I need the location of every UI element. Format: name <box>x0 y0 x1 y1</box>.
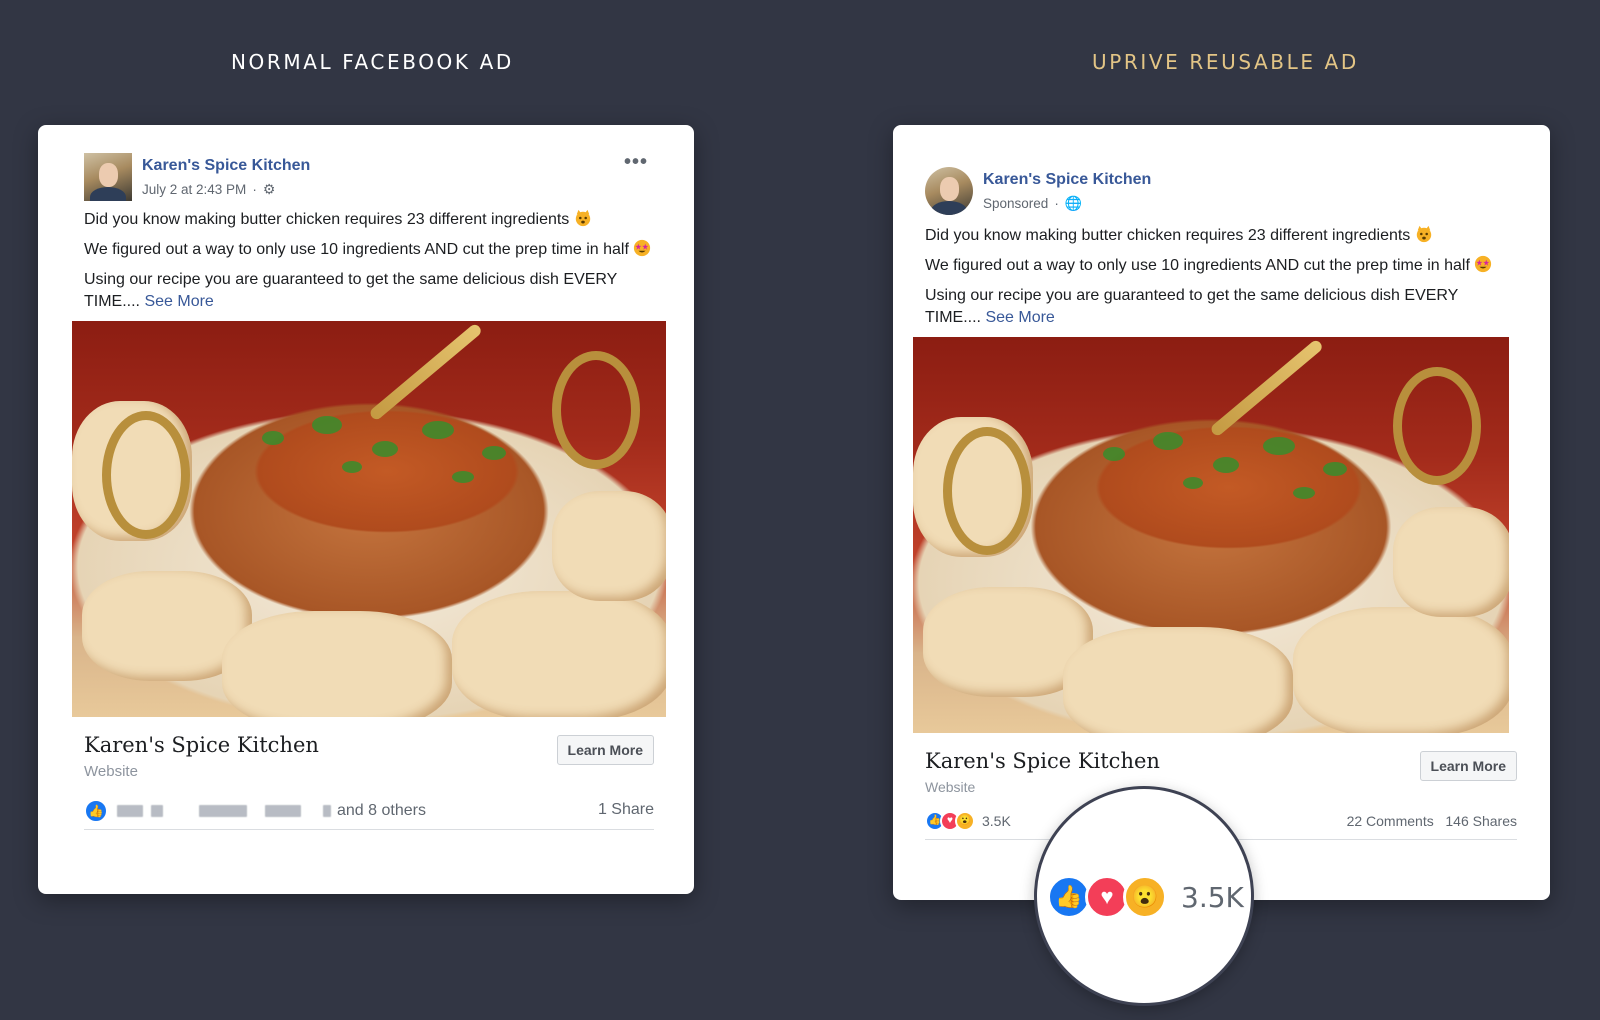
share-count[interactable]: 1 Share <box>598 801 654 819</box>
reaction-count[interactable]: 3.5K <box>982 813 1011 829</box>
herb <box>1153 432 1183 450</box>
star-eyes-emoji-icon <box>1475 255 1492 273</box>
herb <box>1103 447 1125 461</box>
blurred-name <box>199 805 247 817</box>
herb <box>1183 477 1203 489</box>
post-line-1: Did you know making butter chicken requi… <box>925 225 1517 247</box>
herb <box>1213 457 1239 473</box>
page-name-link[interactable]: Karen's Spice Kitchen <box>142 157 310 175</box>
page-name-link[interactable]: Karen's Spice Kitchen <box>983 171 1151 189</box>
wow-icon: 😮 <box>1123 875 1167 919</box>
zoom-callout: 👍 ♥ 😮 3.5K <box>1034 786 1254 1006</box>
learn-more-button[interactable]: Learn More <box>556 735 654 765</box>
avatar[interactable] <box>925 167 973 215</box>
avatar-face <box>99 163 118 187</box>
globe-icon: 🌐 <box>1064 195 1083 211</box>
zoom-reactions: 👍 ♥ 😮 3.5K <box>1047 875 1244 919</box>
post-header: Karen's Spice Kitchen July 2 at 2:43 PM … <box>84 151 654 209</box>
link-footer: Karen's Spice Kitchen Website Learn More <box>925 749 1517 799</box>
post-header: Karen's Spice Kitchen Sponsored · 🌐 <box>925 157 1517 225</box>
avatar-face <box>940 177 959 201</box>
naan-shape <box>222 611 452 717</box>
avatar-shoulder <box>90 187 126 201</box>
post-meta: Sponsored · 🌐 <box>983 195 1082 212</box>
pot-handle <box>1393 367 1481 485</box>
avatar-shoulder <box>931 201 967 215</box>
herb <box>372 441 398 457</box>
spoon <box>1209 338 1325 438</box>
herb <box>262 431 284 445</box>
more-icon[interactable]: ••• <box>624 151 648 174</box>
blurred-name <box>151 805 163 817</box>
cat-emoji-icon <box>575 209 590 227</box>
post-line-2: We figured out a way to only use 10 ingr… <box>925 255 1517 277</box>
blurred-name <box>265 805 301 817</box>
naan-shape <box>1393 507 1509 617</box>
learn-more-button[interactable]: Learn More <box>1419 751 1517 781</box>
see-more-link[interactable]: See More <box>144 293 213 310</box>
naan-shape <box>552 491 666 601</box>
heading-normal-ad: NORMAL FACEBOOK AD <box>231 50 514 74</box>
pot-handle <box>102 411 190 539</box>
others-count[interactable]: and 8 others <box>337 802 426 820</box>
pot-handle <box>943 427 1031 555</box>
post-text: Did you know making butter chicken requi… <box>84 209 654 313</box>
herb <box>1263 437 1295 455</box>
herb <box>1293 487 1315 499</box>
star-eyes-emoji-icon <box>634 239 651 257</box>
share-count[interactable]: 146 Shares <box>1445 813 1517 829</box>
post-line-1: Did you know making butter chicken requi… <box>84 209 654 231</box>
blurred-name <box>117 805 143 817</box>
meta-separator: · <box>252 182 257 197</box>
see-more-link[interactable]: See More <box>985 309 1054 326</box>
herb <box>312 416 342 434</box>
blurred-name <box>323 805 331 817</box>
comments-shares: 22 Comments 146 Shares <box>1347 813 1517 829</box>
herb <box>422 421 454 439</box>
cat-emoji-icon <box>1416 225 1431 243</box>
spoon <box>368 322 484 422</box>
naan-shape <box>452 591 666 717</box>
post-line-2: We figured out a way to only use 10 ingr… <box>84 239 654 261</box>
comment-count[interactable]: 22 Comments <box>1347 813 1434 829</box>
pot-handle <box>552 351 640 469</box>
gear-icon: ⚙ <box>262 181 276 197</box>
avatar[interactable] <box>84 153 132 201</box>
post-line-3: Using our recipe you are guaranteed to g… <box>925 287 1459 326</box>
sponsored-label[interactable]: Sponsored <box>983 196 1048 211</box>
herb <box>1323 462 1347 476</box>
herb <box>342 461 362 473</box>
normal-ad-card: Karen's Spice Kitchen July 2 at 2:43 PM … <box>38 125 694 894</box>
herb <box>482 446 506 460</box>
ad-image[interactable] <box>913 337 1509 733</box>
wow-icon[interactable]: 😮 <box>955 811 975 831</box>
post: Karen's Spice Kitchen July 2 at 2:43 PM … <box>72 151 666 830</box>
herb <box>452 471 474 483</box>
post-meta: July 2 at 2:43 PM · ⚙ <box>142 181 275 198</box>
like-icon[interactable]: 👍 <box>84 799 108 823</box>
link-subtitle: Website <box>84 763 138 780</box>
heading-reusable-ad: UPRIVE REUSABLE AD <box>1092 50 1359 74</box>
post-line-3: Using our recipe you are guaranteed to g… <box>84 271 618 310</box>
timestamp[interactable]: July 2 at 2:43 PM <box>142 182 246 197</box>
reactions-bar: 👍 and 8 others 1 Share <box>84 793 654 830</box>
ad-image[interactable] <box>72 321 666 717</box>
link-footer: Karen's Spice Kitchen Website Learn More <box>84 733 654 789</box>
naan-shape <box>1293 607 1509 733</box>
post-text: Did you know making butter chicken requi… <box>925 225 1517 329</box>
link-subtitle: Website <box>925 779 976 795</box>
naan-shape <box>1063 627 1293 733</box>
zoom-reaction-count: 3.5K <box>1181 880 1244 914</box>
meta-separator: · <box>1054 196 1059 211</box>
post: Karen's Spice Kitchen Sponsored · 🌐 Did … <box>913 157 1517 840</box>
reusable-ad-card: Karen's Spice Kitchen Sponsored · 🌐 Did … <box>893 125 1550 900</box>
